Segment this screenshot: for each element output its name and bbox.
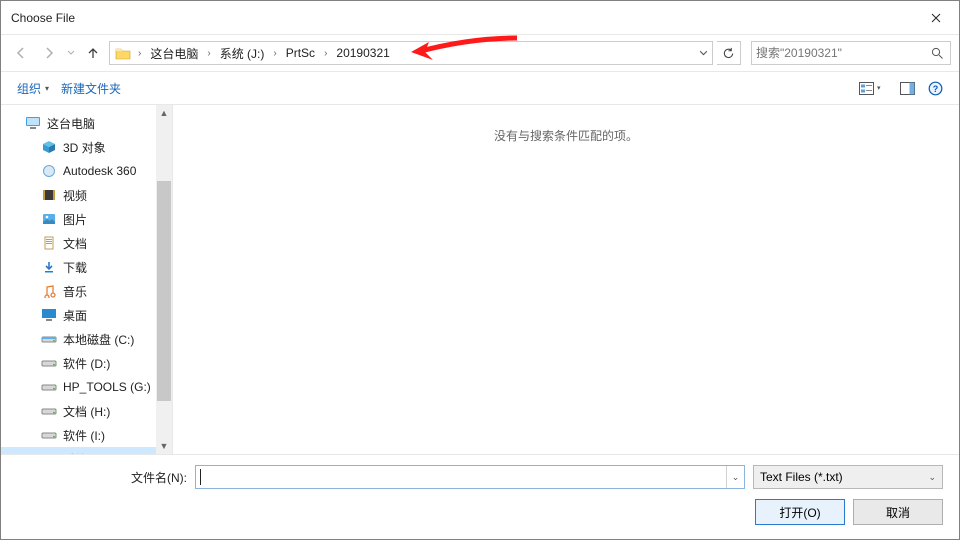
filename-dropdown[interactable]: ⌄ [726,466,744,488]
chevron-right-icon[interactable]: › [135,48,144,59]
toolbar: 组织▾ 新建文件夹 ▾ ? [1,71,959,105]
crumb-date[interactable]: 20190321 [330,42,395,64]
view-icon [859,82,874,95]
drive-icon [41,331,57,347]
cancel-button[interactable]: 取消 [853,499,943,525]
address-bar[interactable]: › 这台电脑› 系统 (J:)› PrtSc› 20190321 [109,41,713,65]
chevron-down-icon [699,49,708,58]
empty-message: 没有与搜索条件匹配的项。 [173,105,959,144]
filetype-filter[interactable]: Text Files (*.txt) ⌄ [753,465,943,489]
back-button[interactable] [9,41,33,65]
titlebar: Choose File [1,1,959,35]
forward-button[interactable] [37,41,61,65]
search-icon[interactable] [928,47,946,60]
chevron-right-icon: › [321,48,330,59]
arrow-up-icon [86,46,100,60]
pictures-icon [41,211,57,227]
window-title: Choose File [11,11,913,25]
autodesk-icon [41,163,57,179]
tree-drive-i[interactable]: 软件 (I:) [1,423,156,447]
filename-input[interactable]: ⌄ [195,465,745,489]
arrow-left-icon [14,46,28,60]
folder-tree[interactable]: 这台电脑 3D 对象 Autodesk 360 视频 图片 文档 下载 音乐 桌… [1,105,156,454]
navbar: › 这台电脑› 系统 (J:)› PrtSc› 20190321 [1,35,959,71]
sidebar-scrollbar[interactable]: ▲ ▼ [156,105,172,454]
filename-label: 文件名(N): [17,469,187,486]
new-folder-button[interactable]: 新建文件夹 [55,76,127,101]
drive-icon [41,379,57,395]
crumb-prtsc[interactable]: PrtSc› [280,42,331,64]
scrollbar-thumb[interactable] [157,181,171,401]
close-button[interactable] [913,1,959,35]
tree-documents[interactable]: 文档 [1,231,156,255]
chevron-down-icon [67,49,75,57]
breadcrumb: 这台电脑› 系统 (J:)› PrtSc› 20190321 [144,42,694,64]
sidebar: 这台电脑 3D 对象 Autodesk 360 视频 图片 文档 下载 音乐 桌… [1,105,173,454]
open-button[interactable]: 打开(O) [755,499,845,525]
music-icon [41,283,57,299]
tree-autodesk[interactable]: Autodesk 360 [1,159,156,183]
search-box[interactable] [751,41,951,65]
crumb-this-pc[interactable]: 这台电脑› [144,42,213,64]
tree-downloads[interactable]: 下载 [1,255,156,279]
tree-drive-d[interactable]: 软件 (D:) [1,351,156,375]
history-dropdown[interactable] [65,41,77,65]
help-icon: ? [928,81,943,96]
tree-drive-h[interactable]: 文档 (H:) [1,399,156,423]
chevron-right-icon: › [270,48,279,59]
scroll-up-icon[interactable]: ▲ [156,105,172,121]
tree-pictures[interactable]: 图片 [1,207,156,231]
tree-drive-g[interactable]: HP_TOOLS (G:) [1,375,156,399]
tree-drive-j[interactable]: 系统 (J:) [1,447,156,454]
video-icon [41,187,57,203]
preview-pane-icon [900,82,915,95]
chevron-down-icon: ▾ [45,84,49,93]
download-icon [41,259,57,275]
file-list[interactable]: 没有与搜索条件匹配的项。 [173,105,959,454]
drive-icon [41,403,57,419]
preview-pane-button[interactable] [893,76,921,100]
tree-this-pc[interactable]: 这台电脑 [1,111,156,135]
svg-text:?: ? [932,84,938,94]
folder-icon [113,43,133,63]
chevron-right-icon: › [204,48,213,59]
refresh-button[interactable] [717,41,741,65]
refresh-icon [722,47,735,60]
tree-drive-c[interactable]: 本地磁盘 (C:) [1,327,156,351]
drive-icon [41,451,57,454]
crumb-drive-j[interactable]: 系统 (J:)› [214,42,280,64]
doc-icon [41,235,57,251]
search-input[interactable] [756,46,928,60]
view-mode-button[interactable]: ▾ [855,76,893,100]
monitor-icon [25,115,41,131]
address-dropdown[interactable] [694,42,712,64]
up-button[interactable] [81,41,105,65]
body: 这台电脑 3D 对象 Autodesk 360 视频 图片 文档 下载 音乐 桌… [1,105,959,454]
help-button[interactable]: ? [921,76,949,100]
desktop-icon [41,307,57,323]
organize-button[interactable]: 组织▾ [11,76,55,101]
file-dialog: Choose File › 这台电脑› 系统 (J:)› PrtSc› [0,0,960,540]
chevron-down-icon: ▾ [877,84,881,92]
cube-icon [41,139,57,155]
drive-icon [41,355,57,371]
tree-videos[interactable]: 视频 [1,183,156,207]
drive-icon [41,427,57,443]
bottom-panel: 文件名(N): ⌄ Text Files (*.txt) ⌄ 打开(O) 取消 [1,454,959,539]
tree-3d-objects[interactable]: 3D 对象 [1,135,156,159]
scroll-down-icon[interactable]: ▼ [156,438,172,454]
close-icon [931,13,941,23]
chevron-down-icon: ⌄ [928,472,936,483]
tree-desktop[interactable]: 桌面 [1,303,156,327]
arrow-right-icon [42,46,56,60]
tree-music[interactable]: 音乐 [1,279,156,303]
